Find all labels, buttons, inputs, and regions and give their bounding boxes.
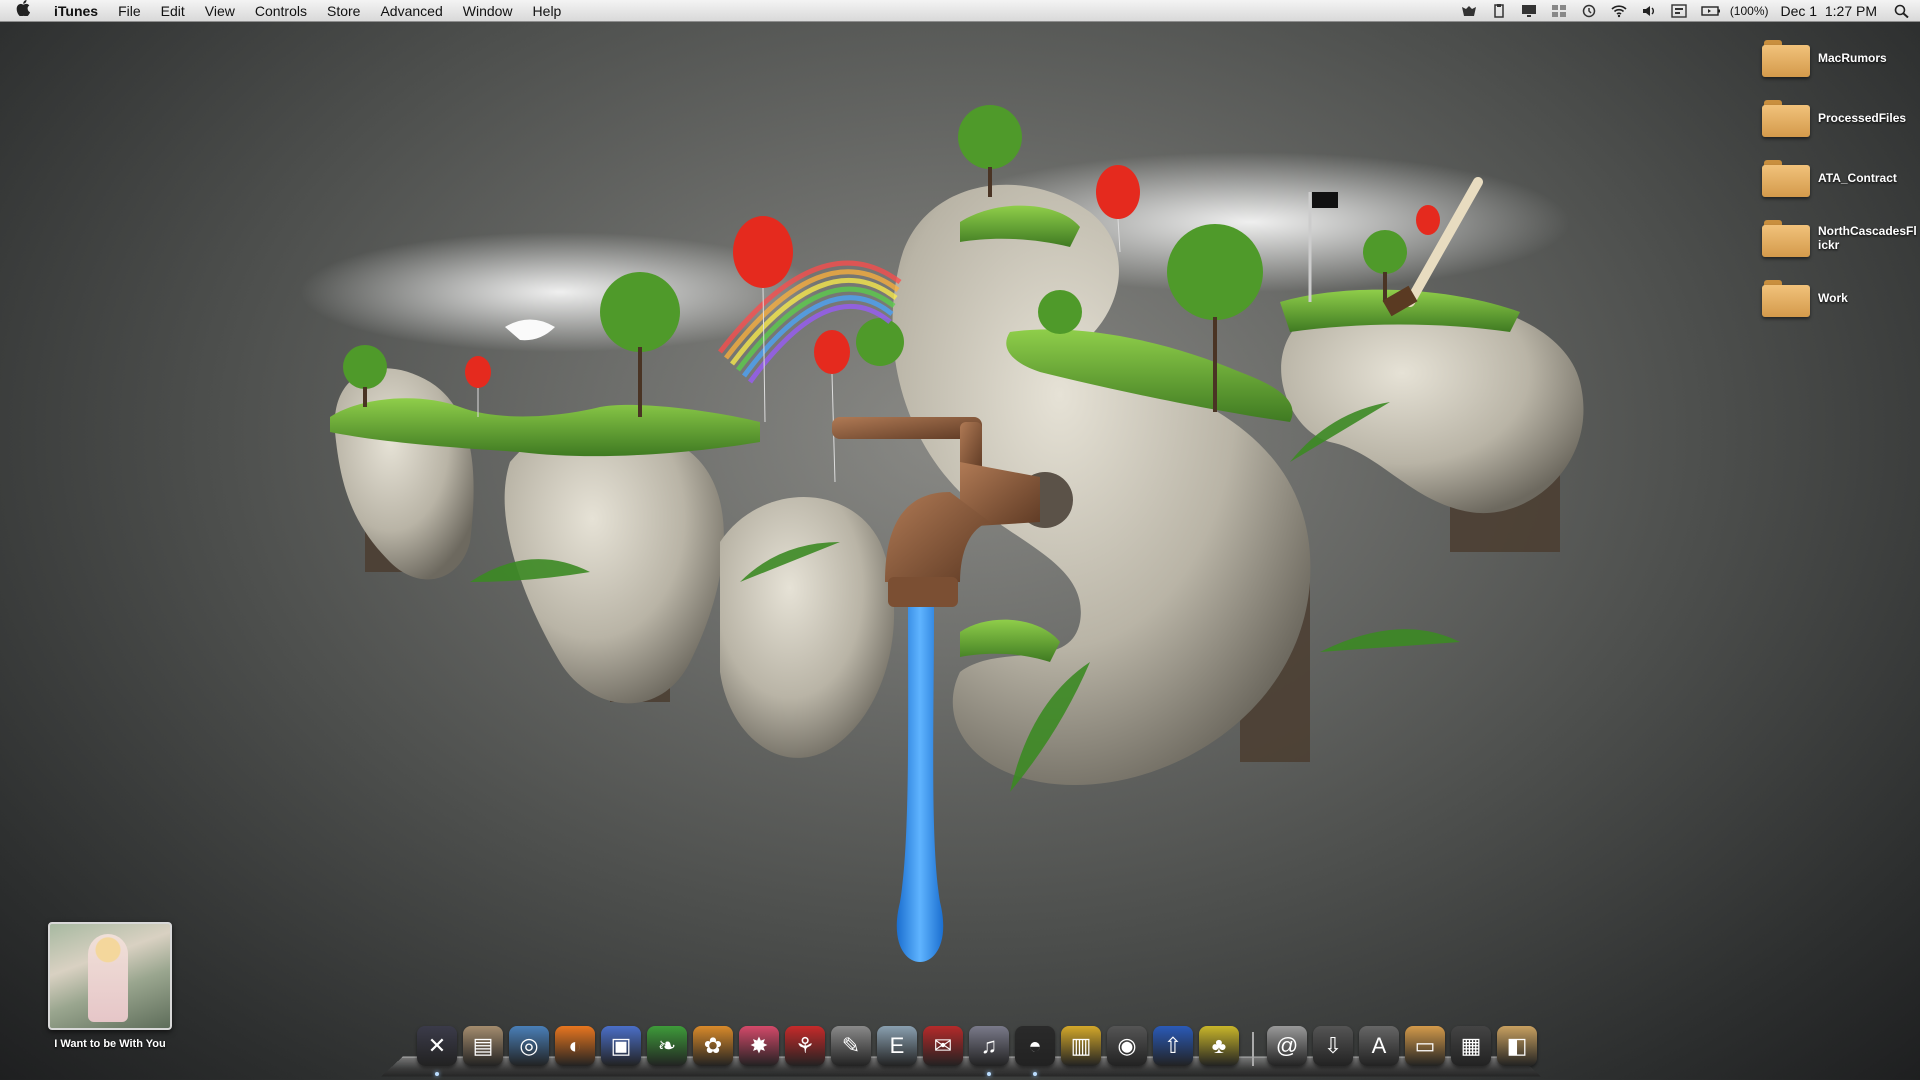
itunes-now-playing-widget[interactable]: I Want to be With You: [40, 922, 180, 1050]
app-menu-itunes[interactable]: iTunes: [46, 0, 108, 22]
screen-icon[interactable]: ▦: [1451, 1026, 1491, 1066]
mail-icon[interactable]: ✉: [923, 1026, 963, 1066]
folder-label: ProcessedFiles: [1818, 111, 1907, 125]
clock-date: Dec 1: [1780, 3, 1818, 19]
menu-file[interactable]: File: [108, 0, 151, 22]
flickr-upload-icon[interactable]: ⇧: [1153, 1026, 1193, 1066]
documents-folder-icon[interactable]: ▭: [1405, 1026, 1445, 1066]
menu-store[interactable]: Store: [317, 0, 370, 22]
frog-icon[interactable]: ♣: [1199, 1026, 1239, 1066]
battery-icon[interactable]: [1701, 4, 1720, 18]
desktop-folder-northcascadesflickr[interactable]: NorthCascadesFlickr: [1762, 213, 1920, 263]
time-machine-icon[interactable]: [1581, 4, 1597, 18]
album-art[interactable]: [48, 922, 172, 1030]
itunes-icon[interactable]: ♫: [969, 1026, 1009, 1076]
butterfly-icon[interactable]: ✿: [693, 1026, 733, 1066]
running-indicator: [435, 1072, 439, 1076]
pen-icon[interactable]: ✎: [831, 1026, 871, 1066]
photo-booth-icon[interactable]: ▥: [1061, 1026, 1101, 1066]
folder-icon: [1762, 38, 1810, 78]
downloads-stack-icon[interactable]: ⇩: [1313, 1026, 1353, 1066]
clipboard-icon[interactable]: [1491, 4, 1507, 18]
desktop-folder-ata-contract[interactable]: ATA_Contract: [1762, 153, 1920, 203]
folder-icon: [1762, 278, 1810, 318]
folder-icon: [1762, 158, 1810, 198]
clock-time: 1:27 PM: [1824, 3, 1877, 19]
battery-percent: (100%): [1729, 4, 1769, 18]
dock: ✕ ▤ ◎ ◐ ▣ ❧ ✿ ✸ ⚘ ✎ E ✉ ♫ ◓ ▥ ◉ ⇧ ♣ @ ⇩ A ▭ ▦ ◧: [380, 1022, 1542, 1078]
running-indicator: [987, 1072, 991, 1076]
text-editor-icon[interactable]: E: [877, 1026, 917, 1066]
menu-advanced[interactable]: Advanced: [370, 0, 452, 22]
camera-icon[interactable]: ◉: [1107, 1026, 1147, 1066]
menubar-clock[interactable]: Dec 1 1:27 PM: [1781, 3, 1878, 19]
desktop-folder-work[interactable]: Work: [1762, 273, 1920, 323]
folder-label: NorthCascadesFlickr: [1818, 224, 1917, 252]
song-title: I Want to be With You: [54, 1038, 166, 1050]
acrobat-icon[interactable]: ⚘: [785, 1026, 825, 1066]
spaces-icon[interactable]: [1551, 4, 1567, 18]
dock-separator: [1252, 1032, 1254, 1066]
applications-stack-icon[interactable]: A: [1359, 1026, 1399, 1066]
desktop-wallpaper: [300, 105, 1584, 962]
starburst-icon[interactable]: ✸: [739, 1026, 779, 1066]
growl-icon[interactable]: [1461, 4, 1477, 18]
apple-menu-icon[interactable]: [0, 0, 46, 21]
menu-controls[interactable]: Controls: [245, 0, 317, 22]
display-icon[interactable]: [1521, 4, 1537, 18]
menu-window[interactable]: Window: [453, 0, 523, 22]
folder-label: ATA_Contract: [1818, 171, 1897, 185]
volume-icon[interactable]: [1641, 4, 1657, 18]
spotlight-icon[interactable]: [1894, 4, 1910, 19]
package-icon[interactable]: ◧: [1497, 1026, 1537, 1066]
firefox-icon[interactable]: ◐: [555, 1026, 595, 1066]
menu-view[interactable]: View: [195, 0, 245, 22]
finder-x-icon[interactable]: ✕: [417, 1026, 457, 1076]
folder-icon: [1762, 218, 1810, 258]
menu-edit[interactable]: Edit: [151, 0, 195, 22]
folder-icon: [1762, 98, 1810, 138]
input-menu-icon[interactable]: [1671, 4, 1687, 18]
camino-icon[interactable]: ◓: [1015, 1026, 1055, 1076]
wifi-icon[interactable]: [1611, 4, 1627, 18]
folder-label: Work: [1818, 291, 1848, 305]
email-at-icon[interactable]: @: [1267, 1026, 1307, 1066]
folder-label: MacRumors: [1818, 51, 1887, 65]
desktop-folder-macrumors[interactable]: MacRumors: [1762, 33, 1920, 83]
compass-icon[interactable]: ◎: [509, 1026, 549, 1066]
notebook-icon[interactable]: ▤: [463, 1026, 503, 1066]
menu-help[interactable]: Help: [523, 0, 572, 22]
iphoto-icon[interactable]: ▣: [601, 1026, 641, 1066]
running-indicator: [1033, 1072, 1037, 1076]
status-area: (100%) Dec 1 1:27 PM: [1454, 0, 1920, 22]
desktop-folder-processedfiles[interactable]: ProcessedFiles: [1762, 93, 1920, 143]
dock-icons: ✕ ▤ ◎ ◐ ▣ ❧ ✿ ✸ ⚘ ✎ E ✉ ♫ ◓ ▥ ◉ ⇧ ♣ @ ⇩ A ▭ ▦ ◧: [414, 1026, 1540, 1076]
leaf-icon[interactable]: ❧: [647, 1026, 687, 1066]
menu-bar: iTunes File Edit View Controls Store Adv…: [0, 0, 1920, 22]
